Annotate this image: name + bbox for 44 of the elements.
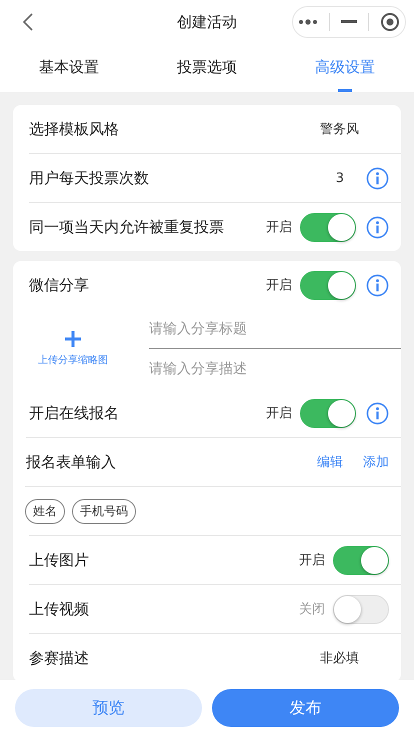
- setting-label: 用户每天投票次数: [29, 168, 150, 188]
- setting-label: 报名表单输入: [26, 452, 117, 472]
- upload-thumbnail-button[interactable]: 上传分享缩略图: [13, 309, 133, 389]
- info-icon[interactable]: [366, 402, 389, 424]
- tab[interactable]: 高级设置: [310, 44, 380, 92]
- page-title: 创建活动: [177, 12, 237, 32]
- setting-label: 选择模板风格: [29, 120, 120, 138]
- capsule-menu[interactable]: [292, 6, 406, 38]
- field-tag: 手机号码: [72, 498, 136, 524]
- switch-state-label: 开启: [266, 277, 292, 294]
- preview-button[interactable]: 预览: [15, 689, 202, 727]
- setting-value[interactable]: 警务风: [320, 120, 359, 138]
- link[interactable]: 编辑: [317, 453, 343, 471]
- setting-label: 同一项当天内允许被重复投票: [29, 218, 225, 236]
- setting-label: 上传视频: [29, 600, 90, 618]
- setting-label: 开启在线报名: [29, 404, 120, 422]
- share-description-field[interactable]: 请输入分享描述: [149, 349, 401, 388]
- field-tag: 姓名: [25, 498, 65, 524]
- more-icon[interactable]: [298, 19, 318, 25]
- tab[interactable]: 投票选项: [172, 44, 242, 92]
- back-icon[interactable]: [22, 12, 34, 32]
- setting-label: 参赛描述: [29, 648, 90, 668]
- publish-button[interactable]: 发布: [212, 689, 399, 727]
- setting-label: 微信分享: [29, 276, 90, 294]
- info-icon[interactable]: [366, 216, 389, 238]
- record-icon[interactable]: [380, 12, 400, 32]
- tab[interactable]: 基本设置: [34, 44, 104, 92]
- switch-state-label: 关闭: [299, 601, 325, 618]
- toggle-switch[interactable]: [300, 398, 356, 428]
- setting-value[interactable]: 3: [336, 170, 344, 186]
- setting-label: 上传图片: [29, 550, 90, 570]
- toggle-switch[interactable]: [333, 546, 389, 574]
- toggle-switch[interactable]: [300, 270, 356, 300]
- switch-state-label: 开启: [266, 405, 292, 422]
- minimize-icon[interactable]: [340, 20, 357, 24]
- info-icon[interactable]: [366, 274, 389, 296]
- link[interactable]: 添加: [363, 453, 389, 471]
- setting-value[interactable]: 非必填: [320, 649, 359, 667]
- plus-icon: [65, 331, 81, 347]
- switch-state-label: 开启: [266, 219, 292, 236]
- info-icon[interactable]: [366, 166, 389, 190]
- toggle-switch[interactable]: [300, 212, 356, 242]
- share-title-field[interactable]: 请输入分享标题: [149, 309, 401, 349]
- switch-state-label: 开启: [299, 552, 325, 569]
